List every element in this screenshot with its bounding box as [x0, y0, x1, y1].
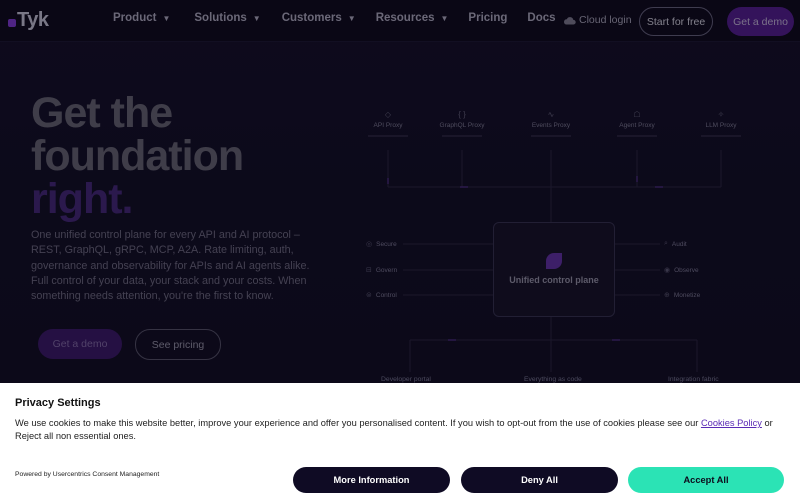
side-item-audit: ⌕ Audit — [664, 240, 687, 248]
control-icon: ⊜ — [366, 292, 372, 299]
unified-control-plane-box: Unified control plane — [493, 222, 615, 317]
start-free-button[interactable]: Start for free — [639, 7, 713, 36]
proxy-subtext — [617, 135, 657, 137]
cookies-policy-link[interactable]: Cookies Policy — [701, 418, 762, 428]
core-label: Unified control plane — [509, 275, 599, 285]
proxy-subtext — [701, 135, 741, 137]
tyk-logo[interactable]: Tyk — [8, 9, 49, 32]
proxy-subtext — [442, 135, 482, 137]
logo-mark-icon — [8, 18, 16, 27]
proxy-label: LLM Proxy — [705, 122, 737, 129]
shield-icon: ◎ — [366, 241, 373, 248]
proxy-llm: ✧ LLM Proxy — [691, 110, 751, 137]
proxy-events: ∿ Events Proxy — [521, 110, 581, 137]
menu-label: Resources — [375, 12, 435, 24]
side-item-monetize: ⊕ Monetize — [664, 291, 701, 300]
privacy-settings-banner: Privacy Settings We use cookies to make … — [0, 383, 800, 500]
hero-title: Get the foundation right. — [31, 89, 244, 223]
side-item-control: ⊜ Control — [366, 291, 397, 300]
hero-description: One unified control plane for every API … — [31, 229, 310, 303]
nav-get-demo-button[interactable]: Get a demo — [727, 7, 794, 36]
chevron-down-icon: ▼ — [162, 13, 171, 23]
proxy-label: Events Proxy — [531, 122, 571, 129]
chevron-down-icon: ▼ — [252, 13, 261, 23]
menu-label: Solutions — [194, 12, 247, 24]
audit-icon: ⌕ — [664, 240, 668, 247]
menu-label: Customers — [281, 12, 342, 24]
govern-icon: ⊟ — [366, 267, 372, 274]
events-icon: ∿ — [547, 110, 555, 119]
side-item-label: Monetize — [673, 291, 701, 299]
side-item-label: Audit — [671, 240, 687, 248]
menu-item-product[interactable]: Product ▼ — [113, 12, 170, 24]
agent-icon: ☖ — [633, 110, 641, 119]
hero-get-demo-button[interactable]: Get a demo — [38, 329, 122, 359]
menu-item-pricing[interactable]: Pricing — [468, 12, 507, 24]
privacy-settings-text: We use cookies to make this website bett… — [15, 417, 775, 442]
bottom-item-developer-portal: Developer portal — [381, 376, 431, 383]
more-information-button[interactable]: More Information — [293, 467, 450, 493]
menu-item-docs[interactable]: Docs — [527, 12, 555, 24]
powered-by-usercentrics: Powered by Usercentrics Consent Manageme… — [15, 471, 160, 478]
proxy-label: GraphQL Proxy — [439, 122, 485, 129]
menu-item-customers[interactable]: Customers ▼ — [282, 12, 356, 24]
proxy-agent: ☖ Agent Proxy — [607, 110, 667, 137]
menu-label: Pricing — [468, 12, 508, 24]
hero-title-accent: right. — [31, 175, 133, 223]
privacy-text-part: We use cookies to make this website bett… — [15, 418, 701, 428]
cloud-login-link[interactable]: Cloud login — [563, 14, 632, 26]
side-item-observe: ◉ Observe — [664, 266, 699, 275]
hero-title-line: foundation — [31, 132, 244, 180]
coin-icon: ⊕ — [664, 292, 670, 299]
deny-all-button[interactable]: Deny All — [461, 467, 618, 493]
side-item-label: Observe — [674, 266, 699, 274]
hero-title-line: Get the — [31, 89, 173, 137]
see-pricing-button[interactable]: See pricing — [135, 329, 221, 360]
tyk-leaf-icon — [546, 253, 562, 269]
proxy-label: Agent Proxy — [619, 122, 655, 129]
cloud-icon — [564, 16, 576, 24]
menu-item-resources[interactable]: Resources ▼ — [376, 12, 449, 24]
proxy-subtext — [368, 135, 408, 137]
menu-label: Docs — [527, 12, 556, 24]
eye-icon: ◉ — [664, 267, 671, 274]
proxy-api: ◇ API Proxy — [358, 110, 418, 137]
side-item-label: Control — [375, 291, 397, 299]
side-item-govern: ⊟ Govern — [366, 266, 398, 275]
chevron-down-icon: ▼ — [347, 13, 356, 23]
graphql-icon: { } — [458, 110, 466, 119]
proxy-graphql: { } GraphQL Proxy — [432, 110, 492, 137]
main-menu: Product ▼ Solutions ▼ Customers ▼ Resour… — [113, 12, 556, 24]
accept-all-button[interactable]: Accept All — [628, 467, 784, 493]
chevron-down-icon: ▼ — [440, 13, 449, 23]
bottom-item-integration-fabric: Integration fabric — [668, 376, 719, 383]
menu-item-solutions[interactable]: Solutions ▼ — [194, 12, 260, 24]
privacy-settings-title: Privacy Settings — [15, 397, 101, 409]
proxy-subtext — [531, 135, 571, 137]
side-item-label: Secure — [376, 240, 397, 248]
side-item-secure: ◎ Secure — [366, 240, 397, 249]
control-plane-diagram: ◇ API Proxy { } GraphQL Proxy ∿ Events P… — [360, 100, 760, 390]
logo-text: Tyk — [17, 9, 49, 31]
api-icon: ◇ — [384, 110, 392, 119]
cloud-login-label: Cloud login — [579, 14, 632, 26]
menu-label: Product — [113, 12, 157, 24]
llm-icon: ✧ — [717, 110, 725, 119]
top-navbar: Tyk Product ▼ Solutions ▼ Customers ▼ Re… — [0, 0, 800, 42]
side-item-label: Govern — [375, 266, 398, 274]
proxy-label: API Proxy — [373, 122, 403, 129]
bottom-item-everything-as-code: Everything as code — [524, 376, 582, 383]
